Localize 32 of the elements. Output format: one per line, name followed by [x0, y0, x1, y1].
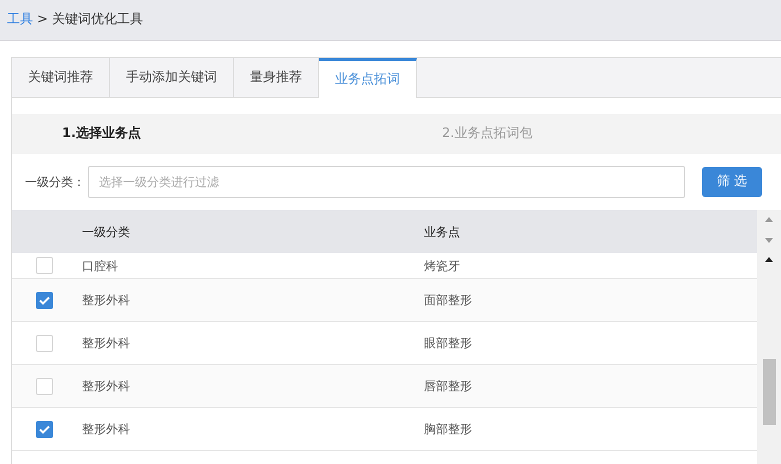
step: 2.业务点拓词包: [404, 114, 781, 154]
column-header: 业务点: [424, 224, 460, 240]
tab[interactable]: 关键词推荐: [12, 58, 110, 97]
check-icon: [39, 424, 50, 434]
scroll-up-icon[interactable]: [765, 256, 773, 262]
table-cell-text: 唇部整形: [424, 378, 472, 395]
filter-label: 一级分类：: [25, 174, 85, 191]
breadcrumb-current: 关键词优化工具: [52, 11, 143, 30]
table-cell-text: 胸部整形: [424, 421, 472, 438]
scroll-down-icon[interactable]: [765, 238, 773, 244]
checkbox[interactable]: [36, 378, 53, 394]
table-cell-text: 烤瓷牙: [424, 258, 460, 274]
table-cell-text: 口腔科: [82, 258, 119, 274]
check-icon: [39, 296, 50, 304]
column-header: 一级分类: [82, 224, 131, 240]
filter-button[interactable]: 筛 选: [702, 167, 762, 197]
checkbox[interactable]: [36, 334, 53, 352]
breadcrumb-separator: >: [37, 11, 48, 30]
category-filter-field[interactable]: 选择一级分类进行过滤: [88, 166, 685, 198]
table-cell-text: 整形外科: [82, 335, 131, 352]
table-cell-text: 面部整形: [424, 292, 472, 309]
checkbox[interactable]: [36, 292, 53, 308]
table-cell-text: 整形外科: [82, 421, 131, 438]
scrollbar-thumb[interactable]: [762, 359, 776, 425]
table-cell-text: 整形外科: [82, 292, 131, 309]
checkbox[interactable]: [36, 420, 53, 438]
scrollbar[interactable]: [757, 210, 781, 464]
table-cell-text: 整形外科: [82, 378, 131, 395]
tab[interactable]: 手动添加关键词: [110, 58, 234, 97]
step: 1.选择业务点: [12, 114, 404, 154]
table-cell-text: 眼部整形: [424, 335, 472, 352]
checkbox[interactable]: [36, 257, 53, 274]
